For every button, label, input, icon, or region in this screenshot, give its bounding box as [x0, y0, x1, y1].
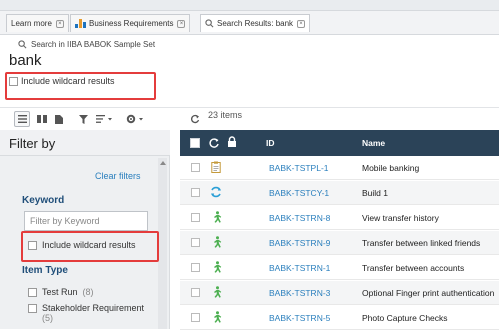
item-name: Build 1: [362, 188, 388, 198]
keyword-filter-input[interactable]: Filter by Keyword: [24, 211, 148, 231]
search-icon: [205, 19, 214, 28]
highlight-box: [5, 72, 156, 100]
item-type-label: Test Run: [42, 287, 78, 297]
scroll-up-icon[interactable]: [160, 161, 166, 165]
search-query-title: bank: [9, 52, 42, 69]
refresh-icon[interactable]: [188, 111, 202, 127]
run-icon: [209, 260, 223, 274]
table-row[interactable]: BABK-TSTRN-3 Optional Finger print authen…: [180, 281, 499, 305]
item-type-heading: Item Type: [22, 265, 68, 276]
item-type-option[interactable]: Test Run (8): [28, 287, 94, 297]
item-name: Optional Finger print authentication: [362, 288, 495, 298]
tab-learn-more[interactable]: Learn more ×: [6, 14, 69, 32]
row-checkbox[interactable]: [191, 313, 200, 322]
table-row[interactable]: BABK-TSTRN-9 Transfer between linked frie…: [180, 231, 499, 255]
grid-header: ID Name: [180, 130, 499, 156]
row-checkbox[interactable]: [191, 188, 200, 197]
close-icon[interactable]: ×: [55, 19, 64, 28]
select-all-checkbox[interactable]: [190, 138, 200, 148]
run-icon: [209, 285, 223, 299]
search-scope-label: Search in IIBA BABOK Sample Set: [31, 40, 156, 49]
filter-icon[interactable]: [76, 111, 90, 127]
lock-icon: [228, 136, 236, 147]
toolbar: [0, 107, 499, 129]
filter-scrollbar[interactable]: [158, 158, 167, 329]
tab-label: Learn more: [11, 19, 52, 28]
clear-filters-link[interactable]: Clear filters: [95, 171, 141, 181]
chart-icon: [75, 19, 86, 28]
table-row[interactable]: BABK-TSTRN-8 View transfer history: [180, 206, 499, 230]
item-id-link[interactable]: BABK-TSTRN-5: [269, 313, 330, 323]
item-count: 23 items: [208, 110, 243, 120]
tab-search-results[interactable]: Search Results: bank ×: [200, 14, 311, 32]
item-name: Photo Capture Checks: [362, 313, 448, 323]
item-type-label: Stakeholder Requirement: [42, 303, 145, 313]
item-type-count: (5): [42, 313, 53, 323]
document-view-icon[interactable]: [52, 111, 66, 127]
item-type-checkbox[interactable]: [28, 304, 37, 313]
item-name: Transfer between linked friends: [362, 238, 481, 248]
item-id-link[interactable]: BABK-TSTRN-1: [269, 263, 330, 273]
tab-label: Business Requirements: [89, 19, 174, 28]
search-scope: Search in IIBA BABOK Sample Set: [18, 40, 155, 49]
item-type-count: (8): [82, 287, 94, 297]
item-id-link[interactable]: BABK-TSTCY-1: [269, 188, 329, 198]
sort-menu-icon[interactable]: [94, 111, 116, 127]
item-id-link[interactable]: BABK-TSTPL-1: [269, 163, 329, 173]
tab-business-requirements[interactable]: Business Requirements ×: [70, 14, 191, 32]
row-checkbox[interactable]: [191, 263, 200, 272]
settings-menu-icon[interactable]: [124, 111, 148, 127]
keyword-heading: Keyword: [22, 195, 65, 206]
run-icon: [209, 210, 223, 224]
item-type-checkbox[interactable]: [28, 287, 37, 297]
tab-label: Search Results: bank: [217, 19, 294, 28]
filter-panel-header: Filter by: [0, 130, 170, 156]
highlight-box: [21, 231, 159, 262]
table-row[interactable]: BABK-TSTPL-1 Mobile banking: [180, 156, 499, 180]
close-icon[interactable]: ×: [177, 19, 186, 28]
top-strip: [0, 0, 499, 11]
row-checkbox[interactable]: [191, 163, 200, 172]
row-checkbox[interactable]: [191, 213, 200, 222]
item-id-link[interactable]: BABK-TSTRN-3: [269, 288, 330, 298]
run-icon: [209, 310, 223, 324]
item-type-option[interactable]: Stakeholder Requirement (5): [28, 303, 144, 323]
row-checkbox[interactable]: [191, 238, 200, 247]
columns-view-icon[interactable]: [35, 111, 49, 127]
close-icon[interactable]: ×: [297, 19, 306, 28]
item-id-link[interactable]: BABK-TSTRN-8: [269, 213, 330, 223]
tab-bar: Learn more × Business Requirements × Sea…: [0, 11, 499, 35]
run-icon: [209, 235, 223, 249]
column-header-name[interactable]: Name: [362, 138, 385, 148]
item-name: View transfer history: [362, 213, 439, 223]
column-header-id[interactable]: ID: [266, 138, 275, 148]
item-name: Mobile banking: [362, 163, 420, 173]
sync-icon: [209, 138, 219, 148]
search-icon: [18, 40, 27, 49]
item-id-link[interactable]: BABK-TSTRN-9: [269, 238, 330, 248]
list-view-icon[interactable]: [14, 111, 30, 127]
row-checkbox[interactable]: [191, 288, 200, 297]
item-name: Transfer between accounts: [362, 263, 465, 273]
clipboard-icon: [209, 160, 223, 174]
table-row[interactable]: BABK-TSTCY-1 Build 1: [180, 181, 499, 205]
cycle-icon: [209, 185, 223, 199]
table-row[interactable]: BABK-TSTRN-5 Photo Capture Checks: [180, 306, 499, 330]
table-row[interactable]: BABK-TSTRN-1 Transfer between accounts: [180, 256, 499, 280]
